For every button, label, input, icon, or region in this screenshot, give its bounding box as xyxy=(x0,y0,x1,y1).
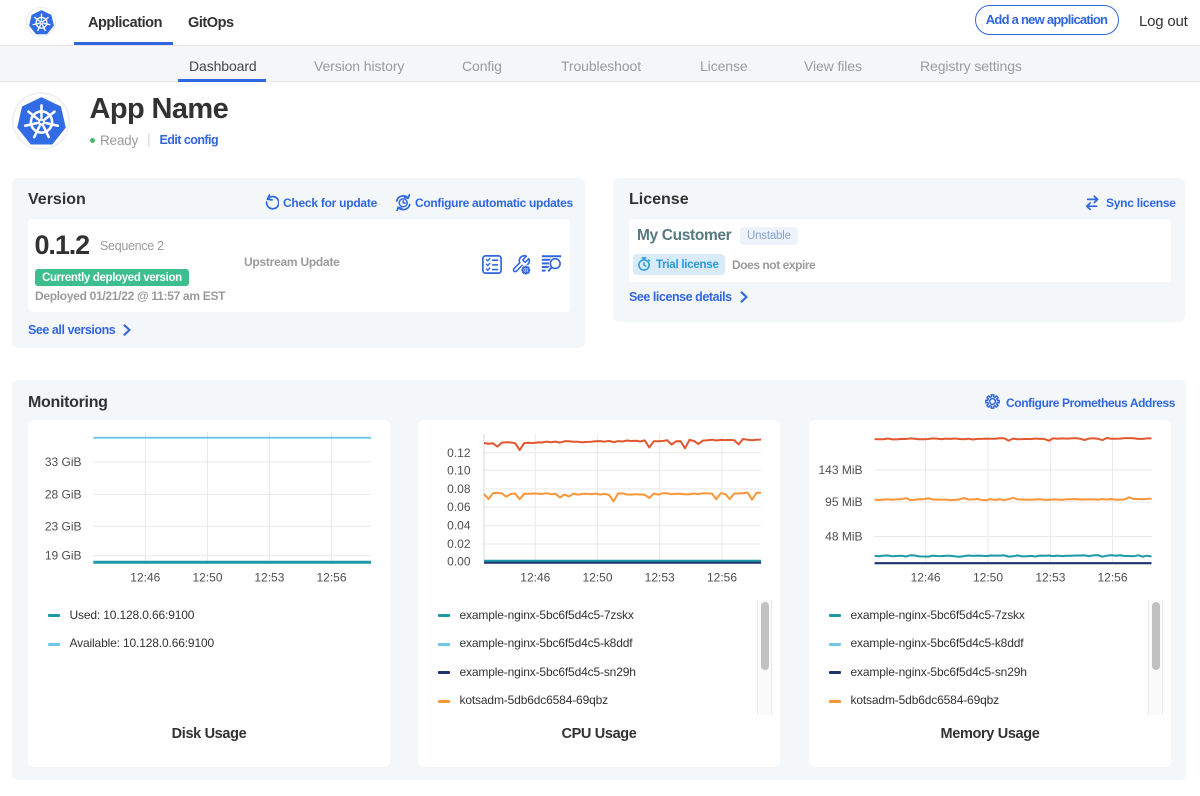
svg-text:12:53: 12:53 xyxy=(1035,571,1065,585)
svg-text:19 GiB: 19 GiB xyxy=(45,549,82,563)
svg-text:12:46: 12:46 xyxy=(911,571,941,585)
svg-text:12:56: 12:56 xyxy=(316,571,346,585)
svg-text:143 MiB: 143 MiB xyxy=(818,463,862,477)
svg-text:12:53: 12:53 xyxy=(645,571,675,585)
svg-text:12:50: 12:50 xyxy=(973,571,1003,585)
svg-text:12:56: 12:56 xyxy=(1097,571,1127,585)
svg-text:0.04: 0.04 xyxy=(447,519,471,533)
svg-text:0.08: 0.08 xyxy=(447,482,471,496)
svg-text:12:46: 12:46 xyxy=(520,571,550,585)
svg-text:12:46: 12:46 xyxy=(130,571,160,585)
svg-text:0.06: 0.06 xyxy=(447,500,471,514)
svg-text:95 MiB: 95 MiB xyxy=(825,495,862,509)
svg-text:12:53: 12:53 xyxy=(254,571,284,585)
svg-text:48 MiB: 48 MiB xyxy=(825,530,862,544)
svg-text:12:50: 12:50 xyxy=(192,571,222,585)
svg-text:0.10: 0.10 xyxy=(447,463,471,477)
svg-text:33 GiB: 33 GiB xyxy=(45,455,82,469)
svg-text:0.12: 0.12 xyxy=(447,446,471,460)
svg-text:12:56: 12:56 xyxy=(707,571,737,585)
svg-text:0.00: 0.00 xyxy=(447,554,471,568)
svg-text:12:50: 12:50 xyxy=(582,571,612,585)
svg-text:0.02: 0.02 xyxy=(447,537,471,551)
svg-text:23 GiB: 23 GiB xyxy=(45,519,82,533)
svg-text:28 GiB: 28 GiB xyxy=(45,488,82,502)
